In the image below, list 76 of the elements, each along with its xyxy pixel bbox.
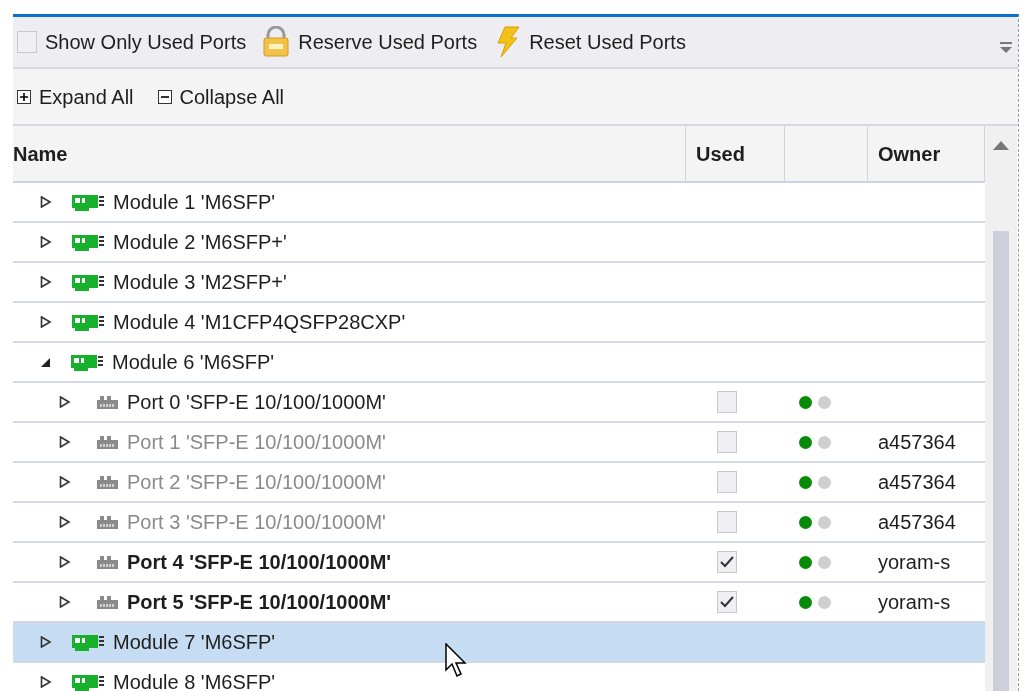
- mouse-cursor-icon: [445, 643, 469, 679]
- used-checkbox[interactable]: [716, 551, 737, 573]
- port-icon: [96, 514, 119, 530]
- overflow-menu-icon[interactable]: [1000, 41, 1012, 53]
- expanded-arrow-icon[interactable]: [40, 356, 51, 368]
- expander-arrow-icon[interactable]: [40, 316, 52, 328]
- port-icon: [96, 594, 119, 610]
- minus-box-icon: [157, 89, 172, 104]
- show-only-used-checkbox[interactable]: Show Only Used Ports: [13, 27, 251, 57]
- owner-name: yoram-s: [878, 551, 951, 573]
- circuit-board-icon: [72, 633, 105, 651]
- expander-arrow-icon[interactable]: [40, 636, 52, 648]
- reset-used-ports-button[interactable]: Reset Used Ports: [489, 26, 690, 58]
- expander-arrow-icon[interactable]: [59, 396, 71, 408]
- owner-name: a457364: [878, 511, 956, 533]
- tree-row[interactable]: Module 6 'M6SFP': [13, 343, 985, 383]
- tree-row[interactable]: Module 1 'M6SFP': [13, 183, 985, 223]
- module-name: Module 3 'M2SFP+': [113, 270, 287, 295]
- expand-all-button[interactable]: Expand All: [13, 81, 138, 112]
- expander-arrow-icon[interactable]: [59, 596, 71, 608]
- port-name: Port 2 'SFP-E 10/100/1000M': [127, 470, 386, 495]
- expander-arrow-icon[interactable]: [59, 476, 71, 488]
- used-checkbox[interactable]: [716, 431, 737, 453]
- used-checkbox[interactable]: [716, 471, 737, 493]
- module-name: Module 2 'M6SFP+': [113, 230, 287, 255]
- port-icon: [96, 474, 119, 490]
- column-header: Name: [13, 126, 686, 181]
- tree-row[interactable]: Port 2 'SFP-E 10/100/1000M' a457364: [13, 463, 985, 503]
- padlock-icon: [262, 26, 291, 58]
- tree-row[interactable]: Port 0 'SFP-E 10/100/1000M': [13, 383, 985, 423]
- owner-name: yoram-s: [878, 591, 951, 613]
- expander-arrow-icon[interactable]: [59, 436, 71, 448]
- port-name: Port 4 'SFP-E 10/100/1000M': [127, 550, 392, 575]
- circuit-board-icon: [72, 313, 105, 331]
- port-name: Port 1 'SFP-E 10/100/1000M': [127, 430, 386, 455]
- circuit-board-icon: [72, 233, 105, 251]
- tree-row[interactable]: Module 3 'M2SFP+': [13, 263, 985, 303]
- port-name: Port 5 'SFP-E 10/100/1000M': [127, 590, 392, 615]
- tree-row[interactable]: Module 7 'M6SFP': [13, 623, 985, 663]
- tree-row[interactable]: Module 2 'M6SFP+': [13, 223, 985, 263]
- tree-row[interactable]: Module 4 'M1CFP4QSFP28CXP': [13, 303, 985, 343]
- used-checkbox[interactable]: [716, 591, 737, 613]
- scrollbar[interactable]: [985, 126, 1017, 691]
- expander-arrow-icon[interactable]: [40, 676, 52, 688]
- circuit-board-icon: [72, 273, 105, 291]
- tree-row[interactable]: Port 1 'SFP-E 10/100/1000M' a457364: [13, 423, 985, 463]
- tree-row[interactable]: Port 3 'SFP-E 10/100/1000M' a457364: [13, 503, 985, 543]
- circuit-board-icon: [72, 673, 105, 691]
- reserve-used-ports-button[interactable]: Reserve Used Ports: [258, 26, 482, 58]
- module-name: Module 4 'M1CFP4QSFP28CXP': [113, 310, 406, 335]
- module-name: Module 7 'M6SFP': [113, 630, 276, 655]
- plus-box-icon: [17, 89, 31, 104]
- collapse-all-button[interactable]: Collapse All: [153, 81, 289, 112]
- expander-arrow-icon[interactable]: [40, 196, 52, 208]
- scrollbar-thumb[interactable]: [993, 231, 1009, 691]
- port-name: Port 0 'SFP-E 10/100/1000M': [127, 390, 386, 415]
- owner-name: a457364: [878, 431, 956, 453]
- port-icon: [96, 554, 119, 570]
- expander-arrow-icon[interactable]: [40, 276, 52, 288]
- scroll-up-icon[interactable]: [993, 140, 1009, 150]
- circuit-board-icon: [71, 353, 104, 371]
- expander-arrow-icon[interactable]: [59, 516, 71, 528]
- owner-name: a457364: [878, 471, 956, 493]
- expander-arrow-icon[interactable]: [40, 236, 52, 248]
- used-checkbox[interactable]: [716, 511, 737, 533]
- expander-arrow-icon[interactable]: [59, 556, 71, 568]
- circuit-board-icon: [72, 193, 105, 211]
- module-name: Module 6 'M6SFP': [112, 350, 275, 375]
- port-icon: [96, 394, 119, 410]
- used-checkbox[interactable]: [716, 391, 737, 413]
- column-header: Used: [686, 126, 785, 181]
- module-name: Module 1 'M6SFP': [113, 190, 276, 215]
- port-icon: [96, 434, 119, 450]
- port-name: Port 3 'SFP-E 10/100/1000M': [127, 510, 386, 535]
- tree-row[interactable]: Port 4 'SFP-E 10/100/1000M' yoram-s: [13, 543, 985, 583]
- module-name: Module 8 'M6SFP': [113, 670, 276, 691]
